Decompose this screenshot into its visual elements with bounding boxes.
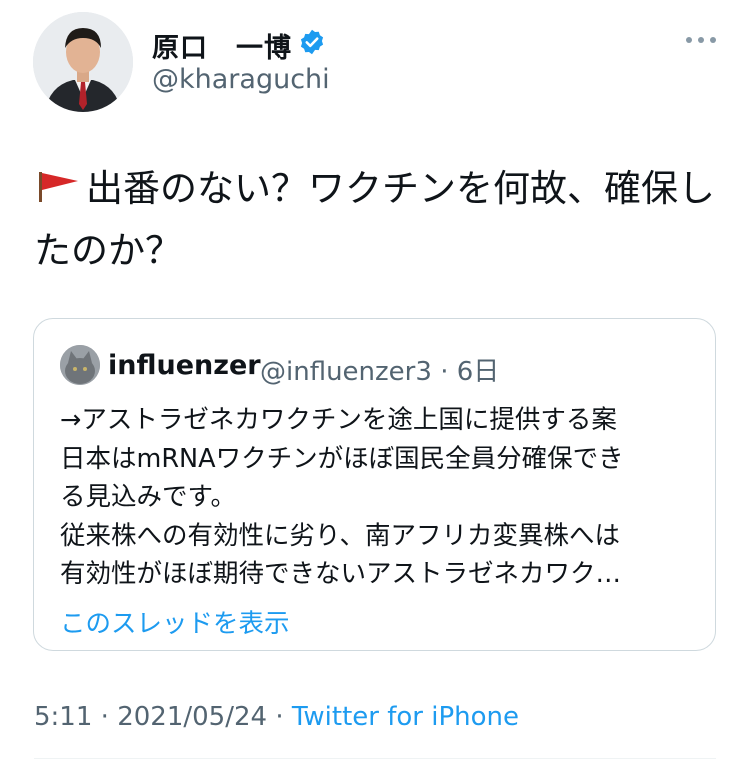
red-flag-icon	[39, 172, 78, 202]
tweet-text: 出番のない？ワクチンを何故、確保したのか？	[34, 167, 715, 272]
quoted-author-name[interactable]: influenzer	[108, 350, 261, 381]
dot-separator: ·	[275, 702, 284, 732]
more-options-icon[interactable]	[684, 30, 718, 50]
tweet-time[interactable]: 5:11	[34, 702, 92, 732]
quoted-time[interactable]: 6日	[457, 357, 500, 387]
quoted-author-avatar[interactable]	[60, 345, 100, 385]
divider	[34, 758, 716, 759]
quoted-tweet-text: →アストラゼネカワクチンを途上国に提供する案 日本はmRNAワクチンがほぼ国民全…	[60, 401, 700, 594]
author-name[interactable]: 原口 一博	[152, 26, 292, 65]
avatar-photo	[33, 12, 133, 112]
author-handle[interactable]: @kharaguchi	[152, 64, 330, 95]
quoted-author-handle[interactable]: @influenzer3	[260, 357, 432, 387]
quoted-tweet-card[interactable]: influenzer @influenzer3 · 6日 →アストラゼネカワクチ…	[33, 318, 716, 651]
show-thread-link[interactable]: このスレッドを表示	[60, 603, 290, 640]
dot-separator: ·	[440, 357, 449, 387]
cat-avatar-photo	[60, 345, 100, 385]
tweet-body: 出番のない？ワクチンを何故、確保したのか？	[34, 158, 724, 282]
dot-separator: ·	[100, 702, 109, 732]
quoted-text-line: 有効性がほぼ期待できないアストラゼネカワク…	[60, 559, 622, 589]
quoted-text-line: →アストラゼネカワクチンを途上国に提供する案	[60, 405, 617, 435]
tweet-metadata: 5:11 · 2021/05/24 · Twitter for iPhone	[34, 702, 519, 732]
tweet-source-link[interactable]: Twitter for iPhone	[292, 702, 519, 732]
quoted-text-line: る見込みです。	[60, 482, 236, 512]
tweet-date[interactable]: 2021/05/24	[117, 702, 267, 732]
quoted-handle-line: @influenzer3 · 6日	[260, 351, 499, 388]
quoted-text-line: 日本はmRNAワクチンがほぼ国民全員分確保でき	[60, 443, 624, 474]
quoted-text-line: 従来株への有効性に劣り、南アフリカ変異株へは	[60, 520, 620, 551]
author-avatar[interactable]	[33, 12, 133, 112]
verified-badge-icon	[300, 29, 324, 55]
tweet-header: 原口 一博 @kharaguchi	[0, 0, 750, 120]
